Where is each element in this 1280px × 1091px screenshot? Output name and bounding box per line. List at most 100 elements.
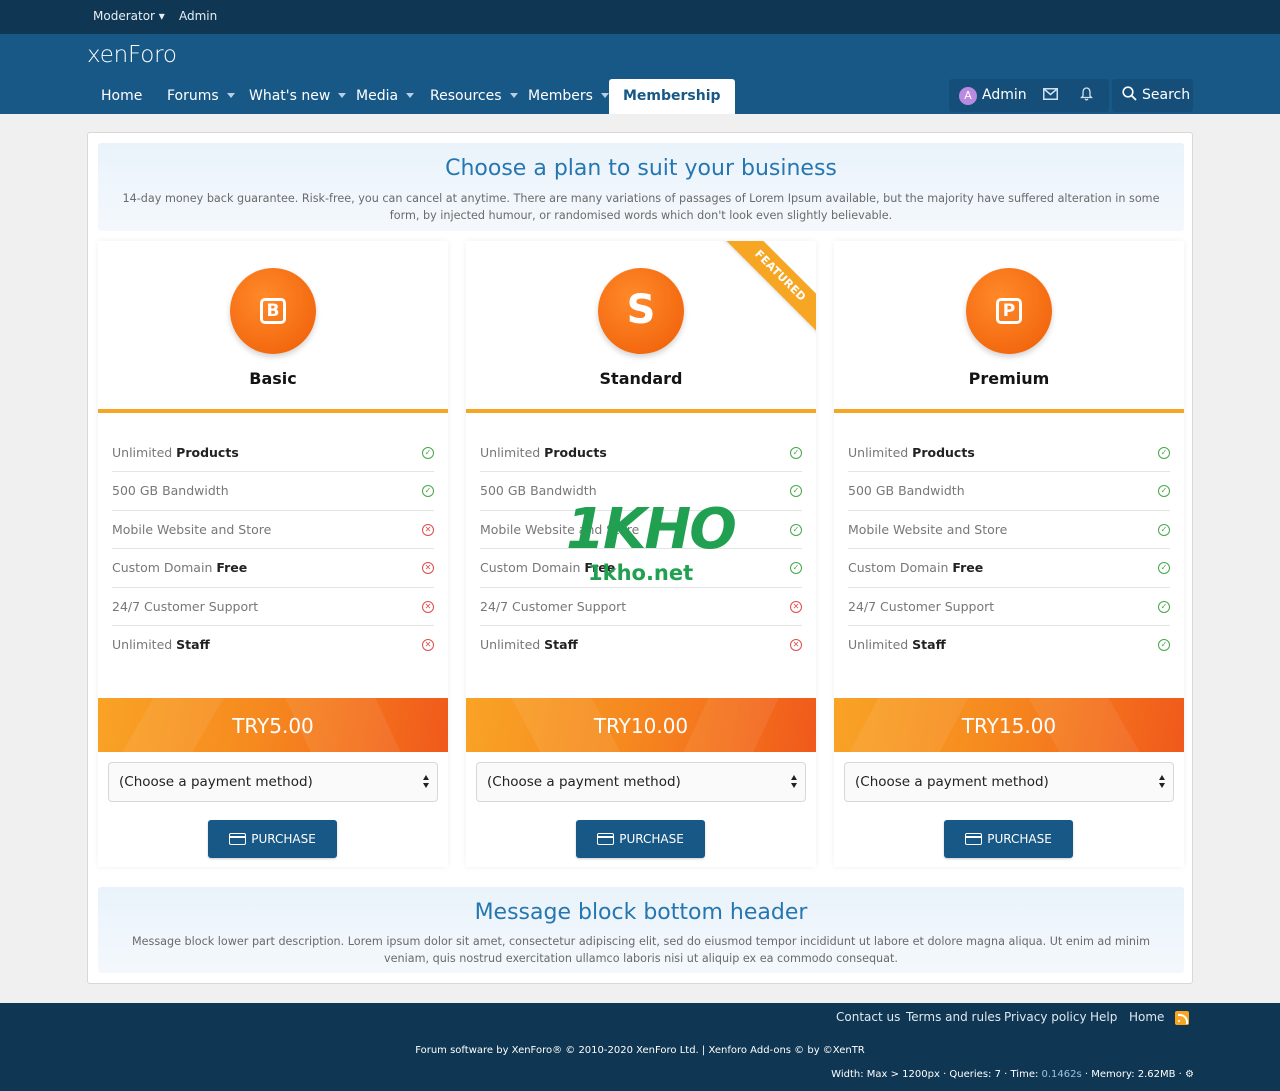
check-icon: ✓ <box>790 523 802 536</box>
nav-tab-resources[interactable]: Resources <box>430 79 518 114</box>
footer-link-help[interactable]: Help <box>1090 1010 1117 1024</box>
cross-icon: ✕ <box>422 523 434 536</box>
chevron-down-icon[interactable] <box>226 93 235 98</box>
check-icon: ✓ <box>790 485 802 498</box>
top-message-block: Choose a plan to suit your business 14-d… <box>98 143 1184 231</box>
plan-badge-icon: S <box>598 268 684 354</box>
chevron-down-icon[interactable] <box>406 93 415 98</box>
user-nav: A Admin <box>949 79 1109 112</box>
plan-name: Premium <box>968 369 1050 388</box>
nav-tab-membership[interactable]: Membership <box>609 79 735 114</box>
check-icon: ✓ <box>1158 447 1170 459</box>
purchase-button[interactable]: PURCHASE <box>576 820 705 858</box>
inbox-icon[interactable] <box>1043 79 1058 112</box>
feature-item: Unlimited Staff ✕ <box>480 626 802 664</box>
top-message-description: 14-day money back guarantee. Risk-free, … <box>122 192 1160 222</box>
account-link[interactable]: Admin <box>982 79 1027 112</box>
plan-price: TRY10.00 <box>466 698 816 752</box>
check-icon: ✓ <box>1158 600 1170 613</box>
chevron-down-icon[interactable] <box>338 93 347 98</box>
site-header: xenForo Home Forums What's new Media Res… <box>0 34 1280 114</box>
nav-tab-home[interactable]: Home <box>101 79 142 114</box>
plan-name: Basic <box>249 369 297 388</box>
staff-bar: Moderator ▾ Admin <box>0 0 1280 34</box>
site-footer: Contact us Terms and rules Privacy polic… <box>0 1003 1280 1091</box>
plan-badge-icon: B <box>230 268 316 354</box>
credit-card-icon <box>965 833 983 845</box>
check-icon: ✓ <box>790 562 802 575</box>
nav-tab-members[interactable]: Members <box>528 79 609 114</box>
bell-icon[interactable] <box>1079 79 1094 112</box>
footer-link-home[interactable]: Home <box>1129 1010 1164 1024</box>
feature-item: 24/7 Customer Support ✕ <box>480 588 802 626</box>
check-icon: ✓ <box>790 447 802 459</box>
credit-card-icon <box>229 833 247 845</box>
nav-tab-whats-new[interactable]: What's new <box>249 79 347 114</box>
rss-icon[interactable] <box>1175 1011 1189 1025</box>
plan-basic: B Basic Unlimited Products ✓ 500 GB Bandw… <box>98 241 448 867</box>
footer-link-contact[interactable]: Contact us <box>836 1010 900 1024</box>
plan-price: TRY15.00 <box>834 698 1184 752</box>
feature-item: Unlimited Products ✓ <box>112 434 434 473</box>
purchase-button[interactable]: PURCHASE <box>208 820 337 858</box>
plan-premium: P Premium Unlimited Products ✓ 500 GB Ban… <box>834 241 1184 867</box>
bottom-message-block: Message block bottom header Message bloc… <box>98 887 1184 973</box>
payment-method-select[interactable]: (Choose a payment method) <box>476 762 806 802</box>
feature-item: Unlimited Staff ✕ <box>112 626 434 664</box>
search-icon[interactable] <box>1122 79 1137 112</box>
admin-link[interactable]: Admin <box>179 9 217 23</box>
footer-link-privacy[interactable]: Privacy policy <box>1004 1010 1087 1024</box>
cross-icon: ✕ <box>422 562 434 575</box>
plan-price: TRY5.00 <box>98 698 448 752</box>
check-icon: ✓ <box>422 485 434 498</box>
chevron-down-icon[interactable] <box>509 93 518 98</box>
payment-method-select[interactable]: (Choose a payment method) <box>108 762 438 802</box>
cross-icon: ✕ <box>790 600 802 613</box>
feature-item: Unlimited Products ✓ <box>480 434 802 473</box>
chevron-down-icon[interactable] <box>600 93 609 98</box>
plan-header: B Basic <box>98 241 448 413</box>
feature-item: Custom Domain Free ✕ <box>112 549 434 588</box>
plan-name: Standard <box>599 369 683 388</box>
purchase-button[interactable]: PURCHASE <box>944 820 1073 858</box>
watermark-logo: 1KHO 1kho.net <box>566 497 737 586</box>
feature-item: Custom Domain Free ✓ <box>848 549 1170 588</box>
cross-icon: ✕ <box>790 638 802 651</box>
footer-link-terms[interactable]: Terms and rules <box>906 1010 1001 1024</box>
search-label[interactable]: Search <box>1142 79 1190 112</box>
select-arrows-icon[interactable] <box>791 774 799 790</box>
check-icon: ✓ <box>1158 562 1170 575</box>
avatar[interactable]: A <box>959 87 977 105</box>
plan-header: P Premium <box>834 241 1184 413</box>
check-icon: ✓ <box>1158 638 1170 651</box>
site-logo[interactable]: xenForo <box>87 42 177 68</box>
payment-method-select[interactable]: (Choose a payment method) <box>844 762 1174 802</box>
copyright-text: Forum software by XenForo® © 2010-2020 X… <box>415 1045 865 1056</box>
search-button[interactable]: Search <box>1112 79 1193 112</box>
nav-tab-media[interactable]: Media <box>356 79 415 114</box>
bottom-message-description: Message block lower part description. Lo… <box>131 935 1151 965</box>
feature-item: 24/7 Customer Support ✕ <box>112 588 434 626</box>
feature-item: Mobile Website and Store ✕ <box>112 511 434 550</box>
page-title: Choose a plan to suit your business <box>445 156 837 181</box>
check-icon: ✓ <box>422 447 434 459</box>
plan-badge-icon: P <box>966 268 1052 354</box>
select-arrows-icon[interactable] <box>1159 774 1167 790</box>
nav-tab-forums[interactable]: Forums <box>167 79 235 114</box>
check-icon: ✓ <box>1158 485 1170 498</box>
credit-card-icon <box>597 833 615 845</box>
cross-icon: ✕ <box>422 638 434 651</box>
feature-item: Mobile Website and Store ✓ <box>848 511 1170 550</box>
cross-icon: ✕ <box>422 600 434 613</box>
bottom-message-title: Message block bottom header <box>474 900 808 925</box>
debug-info: Width: Max > 1200px · Queries: 7 · Time:… <box>831 1069 1194 1080</box>
check-icon: ✓ <box>1158 523 1170 536</box>
feature-item: 24/7 Customer Support ✓ <box>848 588 1170 626</box>
feature-item: 500 GB Bandwidth ✓ <box>848 472 1170 511</box>
feature-list: Unlimited Products ✓ 500 GB Bandwidth ✓ Mo… <box>112 434 434 664</box>
feature-item: Unlimited Staff ✓ <box>848 626 1170 664</box>
feature-list: Unlimited Products ✓ 500 GB Bandwidth ✓ Mo… <box>848 434 1170 664</box>
select-arrows-icon[interactable] <box>423 774 431 790</box>
feature-item: 500 GB Bandwidth ✓ <box>112 472 434 511</box>
moderator-menu[interactable]: Moderator ▾ <box>93 9 165 23</box>
